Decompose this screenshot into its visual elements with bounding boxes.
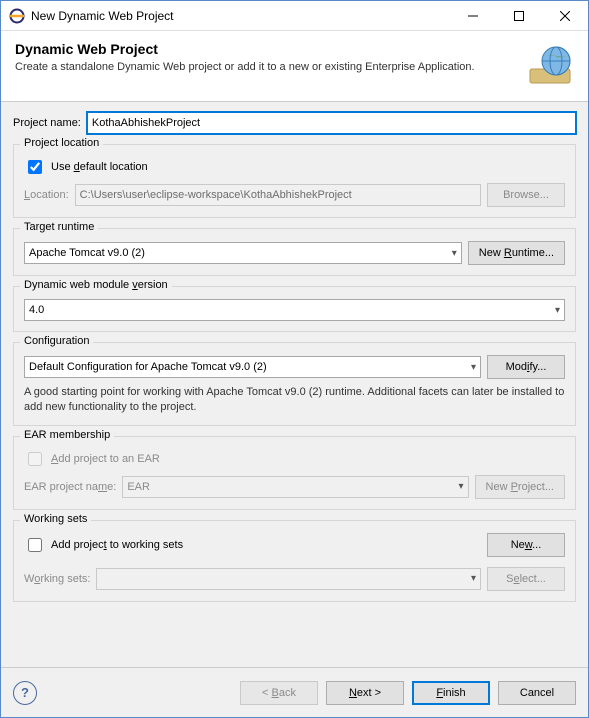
add-to-working-sets-label: Add project to working sets	[51, 539, 183, 551]
configuration-group: Configuration Default Configuration for …	[13, 342, 576, 426]
use-default-location-checkbox[interactable]	[28, 160, 42, 174]
target-runtime-select[interactable]: Apache Tomcat v9.0 (2) ▾	[24, 242, 462, 264]
web-module-version-select[interactable]: 4.0 ▾	[24, 299, 565, 321]
working-sets-group: Working sets Add project to working sets…	[13, 520, 576, 602]
titlebar: New Dynamic Web Project	[1, 1, 588, 31]
ear-project-name-value: EAR	[127, 481, 150, 493]
project-name-input[interactable]	[87, 112, 576, 134]
wizard-body: Project name: Project location Use defau…	[1, 102, 588, 667]
cancel-button[interactable]: Cancel	[498, 681, 576, 705]
modify-button[interactable]: Modify...	[487, 355, 565, 379]
location-input	[75, 184, 481, 206]
window-title: New Dynamic Web Project	[31, 9, 450, 23]
ear-project-name-label: EAR project name:	[24, 481, 116, 493]
ear-project-name-select: EAR ▾	[122, 476, 468, 498]
web-module-version-legend: Dynamic web module version	[20, 279, 172, 291]
location-label: Location:	[24, 189, 69, 201]
browse-button: Browse...	[487, 183, 565, 207]
add-to-ear-checkbox	[28, 452, 42, 466]
project-location-legend: Project location	[20, 137, 103, 149]
use-default-location-label: Use default location	[51, 161, 148, 173]
chevron-down-icon: ▾	[555, 305, 560, 316]
finish-button[interactable]: Finish	[412, 681, 490, 705]
target-runtime-value: Apache Tomcat v9.0 (2)	[29, 247, 145, 259]
wizard-footer: ? < Back Next > Finish Cancel	[1, 667, 588, 717]
working-sets-legend: Working sets	[20, 513, 91, 525]
new-runtime-button[interactable]: New Runtime...	[468, 241, 565, 265]
web-module-version-group: Dynamic web module version 4.0 ▾	[13, 286, 576, 332]
new-working-set-button[interactable]: New...	[487, 533, 565, 557]
add-to-working-sets-checkbox[interactable]	[28, 538, 42, 552]
eclipse-icon	[9, 8, 25, 24]
ear-membership-legend: EAR membership	[20, 429, 114, 441]
chevron-down-icon: ▾	[471, 362, 476, 373]
chevron-down-icon: ▾	[452, 248, 457, 259]
maximize-button[interactable]	[496, 1, 542, 31]
working-sets-label: Working sets:	[24, 573, 90, 585]
target-runtime-group: Target runtime Apache Tomcat v9.0 (2) ▾ …	[13, 228, 576, 276]
globe-icon	[526, 41, 574, 89]
configuration-description: A good starting point for working with A…	[24, 385, 565, 415]
wizard-header: Dynamic Web Project Create a standalone …	[1, 31, 588, 102]
target-runtime-legend: Target runtime	[20, 221, 98, 233]
next-button[interactable]: Next >	[326, 681, 404, 705]
project-name-label: Project name:	[13, 117, 81, 129]
configuration-select[interactable]: Default Configuration for Apache Tomcat …	[24, 356, 481, 378]
select-working-sets-button: Select...	[487, 567, 565, 591]
new-ear-project-button: New Project...	[475, 475, 565, 499]
close-button[interactable]	[542, 1, 588, 31]
ear-membership-group: EAR membership Add project to an EAR EAR…	[13, 436, 576, 510]
project-location-group: Project location Use default location Lo…	[13, 144, 576, 218]
minimize-button[interactable]	[450, 1, 496, 31]
page-title: Dynamic Web Project	[15, 41, 518, 57]
working-sets-select: ▾	[96, 568, 481, 590]
configuration-legend: Configuration	[20, 335, 93, 347]
page-subtitle: Create a standalone Dynamic Web project …	[15, 61, 518, 73]
help-icon[interactable]: ?	[13, 681, 37, 705]
back-button: < Back	[240, 681, 318, 705]
configuration-value: Default Configuration for Apache Tomcat …	[29, 361, 267, 373]
web-module-version-value: 4.0	[29, 304, 44, 316]
chevron-down-icon: ▾	[471, 573, 476, 584]
add-to-ear-label: Add project to an EAR	[51, 453, 160, 465]
dialog-window: New Dynamic Web Project Dynamic Web Proj…	[0, 0, 589, 718]
chevron-down-icon: ▾	[458, 481, 463, 492]
